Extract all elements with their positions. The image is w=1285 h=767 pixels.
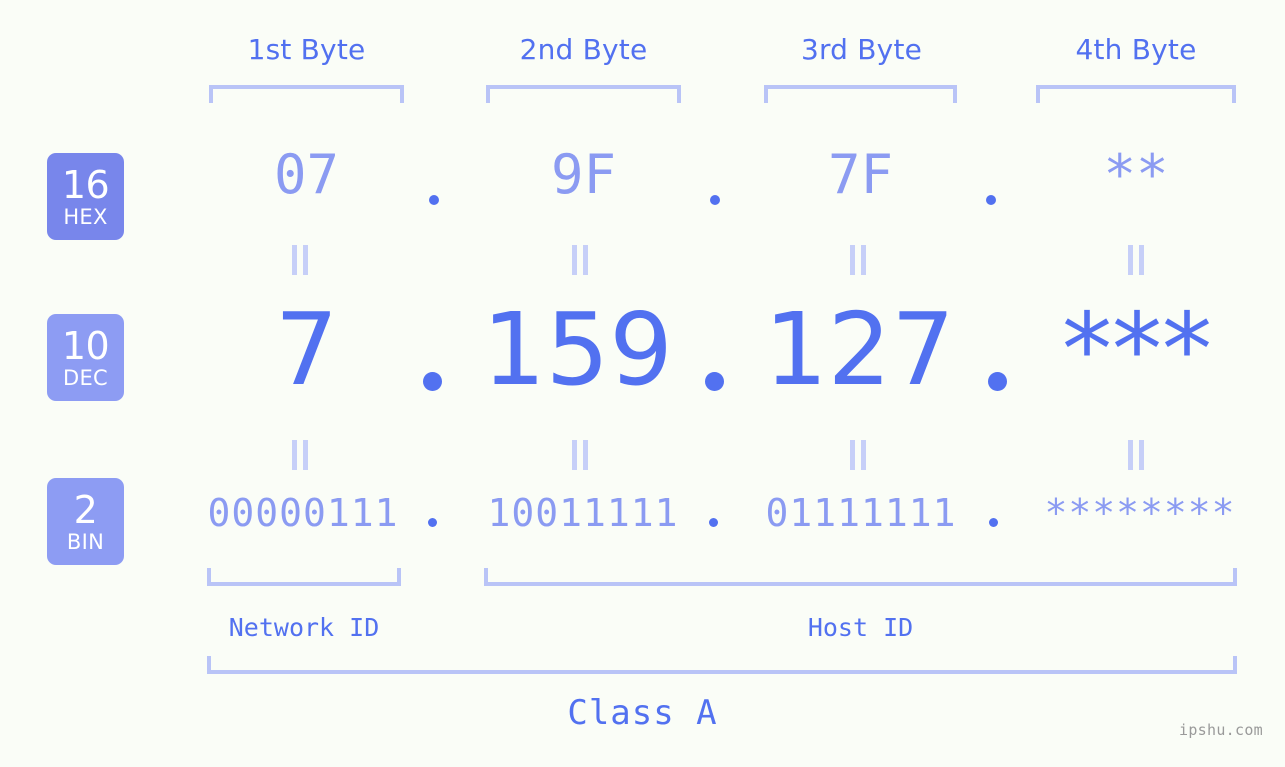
base-badge-bin: 2 BIN: [47, 478, 124, 565]
byte-header-3: 3rd Byte: [800, 33, 923, 66]
equality-mark-hex-dec-3: [850, 245, 866, 275]
bin-byte-2: 10011111: [487, 491, 679, 535]
dec-byte-2: 159: [482, 291, 673, 408]
base-badge-dec-number: 10: [61, 323, 110, 368]
base-badge-hex-number: 16: [61, 162, 110, 207]
dec-byte-4: ***: [1062, 291, 1212, 408]
byte-bracket-1: [209, 85, 404, 103]
hex-dot-3: [986, 195, 996, 205]
equality-mark-hex-dec-1: [292, 245, 308, 275]
equality-mark-dec-bin-3: [850, 440, 866, 470]
equality-mark-dec-bin-2: [572, 440, 588, 470]
class-label: Class A: [567, 693, 718, 733]
ip-address-diagram: 1st Byte 2nd Byte 3rd Byte 4th Byte 16 H…: [0, 0, 1285, 767]
equality-mark-hex-dec-2: [572, 245, 588, 275]
network-id-label: Network ID: [228, 613, 380, 642]
hex-byte-4: **: [1103, 143, 1169, 206]
dec-dot-2: [705, 372, 724, 391]
bin-dot-3: [989, 518, 998, 527]
base-badge-dec-name: DEC: [62, 365, 108, 390]
hex-byte-1: 07: [273, 143, 340, 206]
bin-byte-3: 01111111: [765, 491, 957, 535]
bin-byte-1: 00000111: [207, 491, 399, 535]
dec-dot-3: [988, 372, 1007, 391]
base-badge-dec: 10 DEC: [47, 314, 124, 401]
bin-dot-2: [709, 518, 718, 527]
base-badge-hex-name: HEX: [63, 204, 108, 229]
hex-dot-2: [710, 195, 720, 205]
hex-dot-1: [429, 195, 439, 205]
base-badge-bin-name: BIN: [66, 529, 105, 554]
byte-bracket-3: [764, 85, 957, 103]
dec-byte-3: 127: [764, 291, 955, 408]
byte-header-2: 2nd Byte: [519, 33, 648, 66]
bin-dot-1: [428, 518, 437, 527]
equality-mark-dec-bin-1: [292, 440, 308, 470]
byte-bracket-2: [486, 85, 681, 103]
bin-byte-4: ********: [1044, 491, 1236, 535]
hex-byte-2: 9F: [550, 143, 617, 206]
byte-header-4: 4th Byte: [1075, 33, 1197, 66]
base-badge-bin-number: 2: [73, 487, 98, 532]
equality-mark-dec-bin-4: [1128, 440, 1144, 470]
network-id-bracket: [207, 568, 401, 586]
equality-mark-hex-dec-4: [1128, 245, 1144, 275]
site-watermark: ipshu.com: [1179, 721, 1263, 739]
dec-dot-1: [423, 372, 442, 391]
host-id-bracket: [484, 568, 1237, 586]
hex-byte-3: 7F: [827, 143, 894, 206]
byte-header-1: 1st Byte: [247, 33, 366, 66]
base-badge-hex: 16 HEX: [47, 153, 124, 240]
host-id-label: Host ID: [807, 613, 914, 642]
byte-bracket-4: [1036, 85, 1236, 103]
class-bracket: [207, 656, 1237, 674]
dec-byte-1: 7: [274, 291, 339, 408]
